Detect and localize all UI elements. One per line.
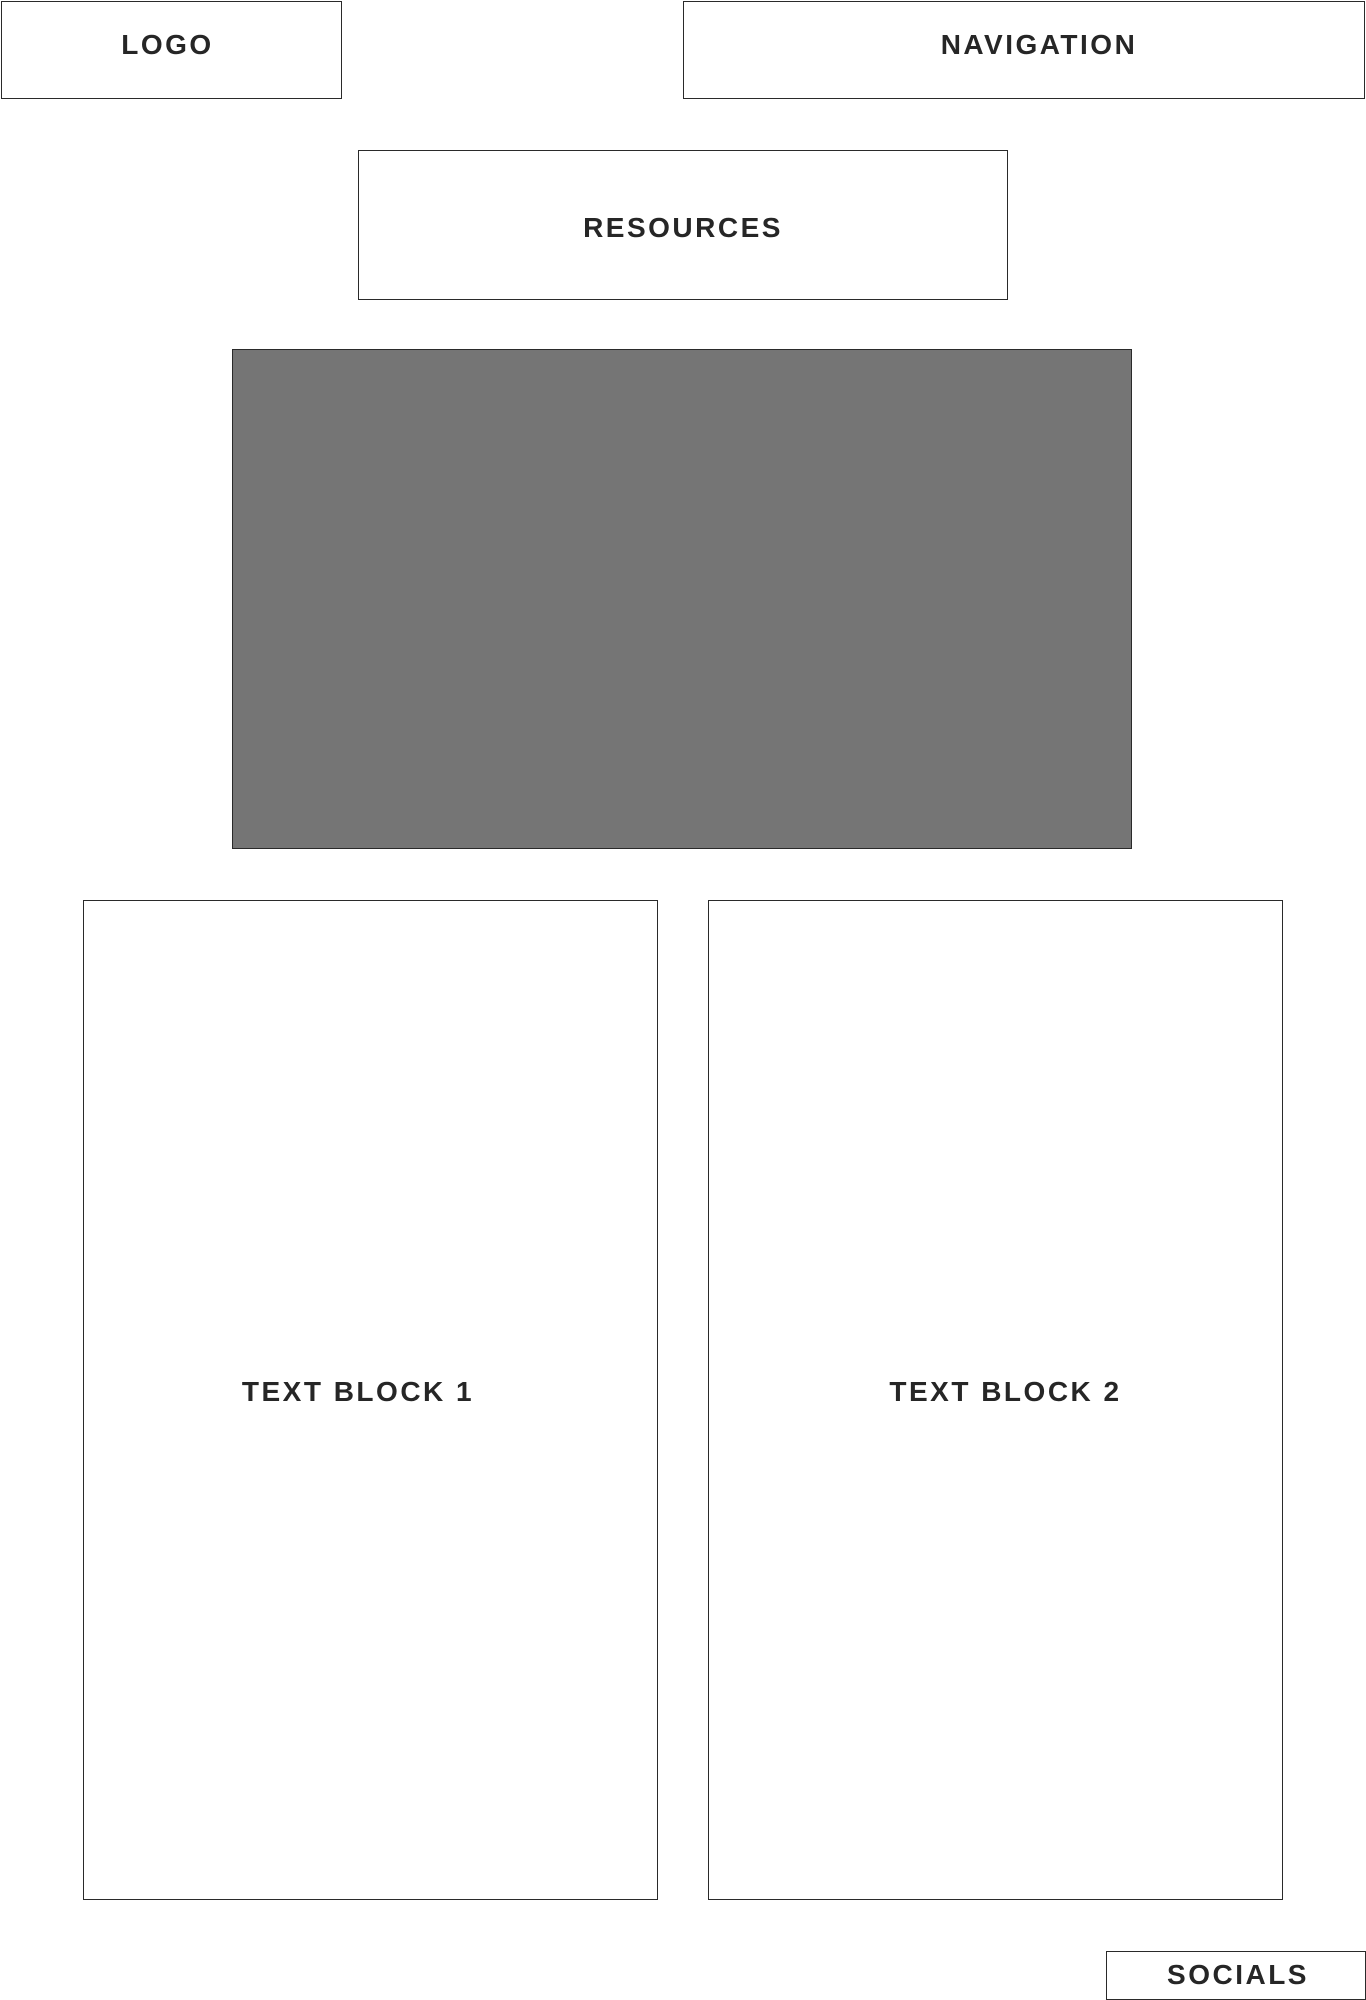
text-block-1-placeholder: TEXT BLOCK 1	[83, 900, 658, 1900]
text-block-2-label: TEXT BLOCK 2	[889, 1376, 1122, 1407]
resources-label: RESOURCES	[583, 212, 783, 243]
text-block-1-label: TEXT BLOCK 1	[241, 1376, 475, 1407]
socials-placeholder[interactable]: SOCIALS	[1106, 1951, 1366, 2000]
hero-image-placeholder	[232, 349, 1132, 849]
logo-label: LOGO	[121, 29, 214, 60]
text-block-2-placeholder: TEXT BLOCK 2	[708, 900, 1283, 1900]
navigation-label: NAVIGATION	[940, 29, 1138, 60]
resources-placeholder[interactable]: RESOURCES	[358, 150, 1008, 300]
navigation-placeholder[interactable]: NAVIGATION	[683, 1, 1365, 99]
socials-label: SOCIALS	[1167, 1958, 1309, 1990]
logo-placeholder[interactable]: LOGO	[1, 1, 342, 99]
